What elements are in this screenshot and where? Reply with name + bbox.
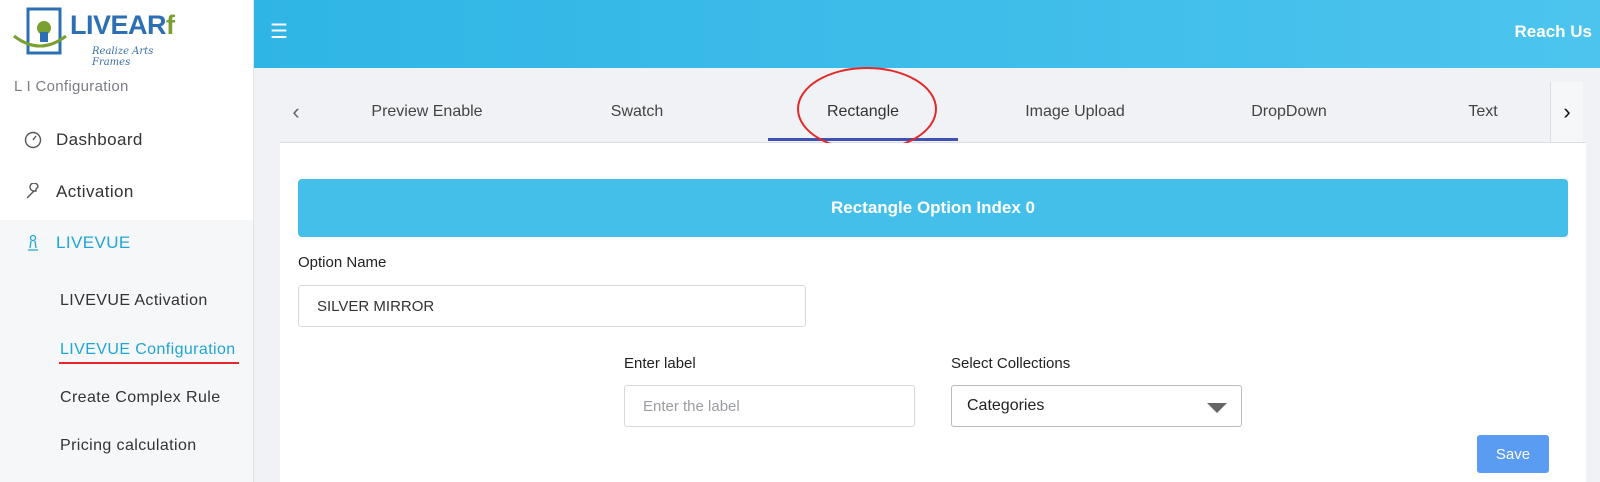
option-banner: Rectangle Option Index 0 — [298, 179, 1568, 237]
speedometer-icon — [22, 129, 44, 151]
sidebar-item-label: Activation — [56, 182, 134, 201]
highlight-circle — [797, 67, 937, 151]
chevron-down-icon — [1207, 403, 1227, 413]
chess-pawn-icon — [22, 232, 44, 254]
sidebar-item-dashboard[interactable]: Dashboard — [0, 116, 253, 164]
logo-tagline: Realize Arts Frames — [92, 46, 154, 68]
sidebar-item-label: LIVEVUE — [56, 233, 131, 252]
submenu-item-livevue-configuration[interactable]: LIVEVUE Configuration — [60, 341, 236, 359]
tab-image-upload[interactable]: Image Upload — [980, 82, 1170, 142]
logo-frame-icon — [13, 7, 67, 55]
reach-us-link[interactable]: Reach Us — [1515, 22, 1592, 42]
sidebar-caption: L I Configuration — [14, 78, 129, 95]
tab-preview-enable[interactable]: Preview Enable — [332, 82, 522, 142]
select-collections-label: Select Collections — [951, 355, 1071, 372]
enter-label-input[interactable] — [624, 385, 915, 427]
sidebar-item-label: Dashboard — [56, 130, 143, 149]
collections-select[interactable]: Categories — [951, 385, 1242, 427]
sidebar-item-livevue[interactable]: LIVEVUE — [0, 220, 253, 266]
top-bar: ☰ Reach Us — [254, 0, 1600, 68]
tab-dropdown[interactable]: DropDown — [1194, 82, 1384, 142]
tab-swatch[interactable]: Swatch — [542, 82, 732, 142]
submenu-item-create-complex-rule[interactable]: Create Complex Rule — [60, 389, 221, 407]
sidebar: LIVEARf Realize Arts Frames L I Configur… — [0, 0, 254, 482]
rectangle-option-panel: Rectangle Option Index 0 Option Name Ent… — [280, 143, 1586, 482]
tab-text[interactable]: Text — [1420, 82, 1546, 142]
tab-scroll-left-icon[interactable]: ‹ — [280, 82, 312, 142]
option-name-label: Option Name — [298, 254, 387, 271]
highlight-underline — [59, 362, 239, 364]
tab-scroll-right-icon[interactable]: › — [1550, 82, 1583, 142]
liveart-logo[interactable]: LIVEARf Realize Arts Frames — [12, 6, 192, 68]
hamburger-icon[interactable]: ☰ — [270, 22, 288, 42]
submenu-item-livevue-activation[interactable]: LIVEVUE Activation — [60, 292, 208, 310]
wrench-icon — [22, 181, 44, 203]
submenu-item-pricing-calculation[interactable]: Pricing calculation — [60, 437, 197, 455]
enter-label-label: Enter label — [624, 355, 696, 372]
collections-select-value: Categories — [967, 397, 1045, 414]
option-name-input[interactable] — [298, 285, 806, 327]
save-button[interactable]: Save — [1477, 435, 1549, 473]
logo-wordmark: LIVEARf — [70, 10, 175, 40]
sidebar-item-activation[interactable]: Activation — [0, 168, 253, 216]
